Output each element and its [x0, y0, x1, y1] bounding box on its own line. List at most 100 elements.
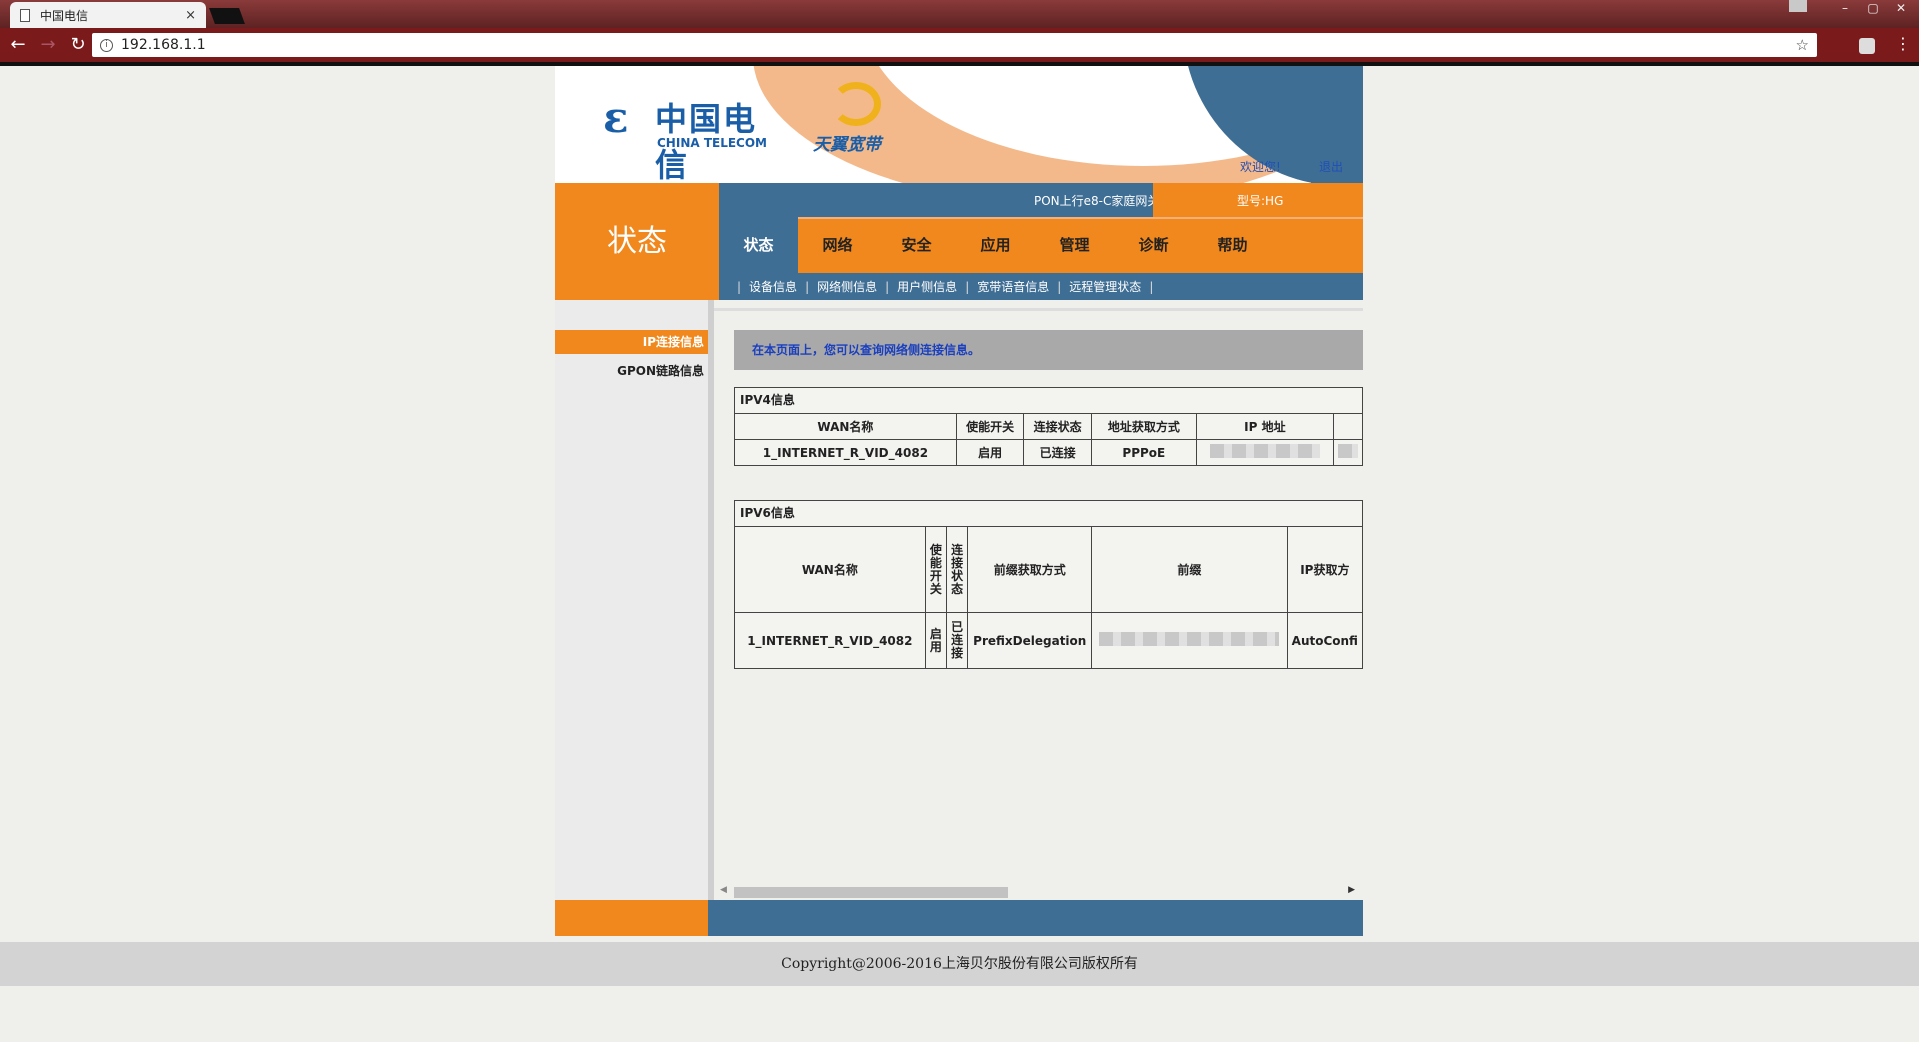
- china-telecom-logo: ε 中国电信 CHINA TELECOM: [603, 93, 783, 184]
- scroll-right-icon[interactable]: ▶: [1348, 885, 1355, 895]
- browser-tab[interactable]: 中国电信 ×: [10, 2, 206, 28]
- submenu-network-info[interactable]: 网络侧信息: [817, 278, 877, 295]
- submenu-remote-mgmt[interactable]: 远程管理状态: [1069, 278, 1141, 295]
- reload-icon[interactable]: ↻: [66, 33, 90, 57]
- submenu-separator: |: [1057, 279, 1062, 294]
- addr-mode-cell: PPPoE: [1090, 439, 1197, 466]
- main-menu: 状态 网络 安全 应用 管理 诊断 帮助: [719, 217, 1272, 273]
- model-number: 型号:HG: [1237, 194, 1284, 208]
- header-cell: 使能开关: [924, 526, 948, 613]
- profile-icon[interactable]: [1789, 0, 1807, 12]
- submenu-separator: |: [805, 279, 810, 294]
- scroll-left-icon[interactable]: ◀: [720, 885, 727, 895]
- enable-cell: 启用: [955, 439, 1025, 466]
- back-arrow-icon[interactable]: ←: [6, 33, 30, 57]
- menu-security[interactable]: 安全: [877, 217, 956, 273]
- sub-brand: 天翼宽带: [813, 135, 881, 155]
- copyright: Copyright@2006-2016上海贝尔股份有限公司版权所有: [0, 942, 1919, 986]
- close-window-icon[interactable]: ✕: [1889, 0, 1913, 18]
- header-cell: 前缀: [1091, 526, 1288, 613]
- menu-help[interactable]: 帮助: [1193, 217, 1272, 273]
- address-bar[interactable]: i 192.168.1.1 ☆: [92, 33, 1817, 57]
- footer-orange: [555, 900, 708, 936]
- menu-diagnosis[interactable]: 诊断: [1114, 217, 1193, 273]
- page-footer-bar: [555, 900, 1363, 936]
- redacted-value: [1099, 632, 1280, 646]
- tab-close-icon[interactable]: ×: [185, 8, 196, 23]
- browser-menu-icon[interactable]: ⋮: [1895, 34, 1911, 53]
- ipv6-title: IPV6信息: [734, 500, 1363, 526]
- telecom-mark-icon: ε: [603, 93, 629, 142]
- submenu-device-info[interactable]: 设备信息: [749, 278, 797, 295]
- table-row: 1_INTERNET_R_VID_4082 启用 已连接 PrefixDeleg…: [734, 612, 1363, 669]
- logout-link[interactable]: 退出: [1319, 158, 1343, 175]
- left-nav-gpon-link[interactable]: GPON链路信息: [617, 362, 704, 379]
- router-page: ε 中国电信 CHINA TELECOM 天翼宽带 欢迎您! 退出 状态 PON…: [555, 66, 1363, 936]
- url-text[interactable]: 192.168.1.1: [121, 37, 1796, 53]
- table-row: 1_INTERNET_R_VID_4082 启用 已连接 PPPoE: [734, 439, 1363, 466]
- menu-management[interactable]: 管理: [1035, 217, 1114, 273]
- footer-blue: [708, 900, 1363, 936]
- ip-mode-cell: AutoConfi: [1286, 612, 1363, 669]
- submenu-user-info[interactable]: 用户侧信息: [897, 278, 957, 295]
- table-header-row: WAN名称 使能开关 连接状态 地址获取方式 IP 地址: [734, 413, 1363, 440]
- page-header: ε 中国电信 CHINA TELECOM 天翼宽带 欢迎您! 退出: [555, 66, 1363, 183]
- brand-en: CHINA TELECOM: [657, 136, 767, 150]
- submenu-separator: |: [885, 279, 890, 294]
- content-area: IP连接信息 GPON链路信息 在本页面上，您可以查询网络侧连接信息。 IPV4…: [555, 300, 1363, 900]
- status-cell: 已连接: [945, 612, 969, 669]
- menu-application[interactable]: 应用: [956, 217, 1035, 273]
- header-cell: 地址获取方式: [1090, 413, 1197, 440]
- ipv6-table: WAN名称 使能开关 连接状态 前缀获取方式 前缀 IP获取方 1_INTERN…: [734, 526, 1363, 669]
- header-cell: WAN名称: [734, 413, 957, 440]
- header-cell: IP 地址: [1195, 413, 1334, 440]
- menu-status[interactable]: 状态: [719, 217, 798, 273]
- scroll-thumb[interactable]: [734, 887, 1008, 898]
- minimize-icon[interactable]: –: [1833, 0, 1857, 18]
- prefix-mode-cell: PrefixDelegation: [967, 612, 1093, 669]
- ipv4-title: IPV4信息: [734, 387, 1363, 413]
- overflow-cell: [1332, 439, 1363, 466]
- maximize-icon[interactable]: ▢: [1861, 0, 1885, 18]
- browser-toolbar: ← → ↻ i 192.168.1.1 ☆: [0, 28, 1919, 62]
- submenu-voice-info[interactable]: 宽带语音信息: [977, 278, 1049, 295]
- page-icon: [20, 8, 30, 22]
- tianyi-ring-icon: [831, 82, 881, 126]
- extension-icon[interactable]: [1859, 38, 1875, 54]
- welcome-text: 欢迎您!: [1240, 160, 1281, 174]
- header-cell: IP获取方: [1286, 526, 1363, 613]
- tab-title: 中国电信: [40, 8, 89, 23]
- product-strip: PON上行e8-C家庭网关 型号:HG: [719, 183, 1363, 217]
- ip-address-cell: [1195, 439, 1334, 466]
- horizontal-scrollbar[interactable]: ◀ ▶: [714, 885, 1363, 899]
- main-panel: 在本页面上，您可以查询网络侧连接信息。 IPV4信息 WAN名称 使能开关 连接…: [714, 308, 1363, 900]
- new-tab-button[interactable]: [209, 8, 245, 24]
- header-cell: 使能开关: [955, 413, 1025, 440]
- header-cell: WAN名称: [734, 526, 926, 613]
- notice-banner: 在本页面上，您可以查询网络侧连接信息。: [734, 330, 1363, 370]
- submenu-separator: |: [965, 279, 970, 294]
- left-nav: IP连接信息 GPON链路信息: [555, 300, 708, 900]
- tianyi-logo: 天翼宽带: [809, 82, 899, 158]
- redacted-value: [1209, 444, 1320, 458]
- section-title: 状态: [555, 183, 719, 300]
- navbar: 状态 PON上行e8-C家庭网关 型号:HG 状态 网络 安全 应用 管理 诊断…: [555, 183, 1363, 300]
- window-controls: – ▢ ✕: [1833, 0, 1913, 18]
- forward-arrow-icon[interactable]: →: [36, 33, 60, 57]
- prefix-cell: [1091, 612, 1288, 669]
- wan-name-cell: 1_INTERNET_R_VID_4082: [734, 439, 957, 466]
- submenu: | 设备信息 | 网络侧信息 | 用户侧信息 | 宽带语音信息 | 远程管理状态…: [719, 273, 1363, 300]
- browser-titlebar: 中国电信 × – ▢ ✕: [0, 0, 1919, 28]
- info-icon[interactable]: i: [100, 38, 113, 52]
- enable-cell: 启用: [924, 612, 948, 669]
- status-cell: 已连接: [1023, 439, 1092, 466]
- header-cell: 连接状态: [945, 526, 969, 613]
- header-cell-overflow: [1332, 413, 1363, 440]
- menu-network[interactable]: 网络: [798, 217, 877, 273]
- bookmark-star-icon[interactable]: ☆: [1796, 36, 1809, 54]
- ipv4-table: WAN名称 使能开关 连接状态 地址获取方式 IP 地址 1_INTERNET_…: [734, 413, 1363, 466]
- left-nav-ip-connection[interactable]: IP连接信息: [555, 330, 708, 354]
- submenu-separator: |: [1149, 279, 1154, 294]
- header-cell: 连接状态: [1023, 413, 1092, 440]
- table-header-row: WAN名称 使能开关 连接状态 前缀获取方式 前缀 IP获取方: [734, 526, 1363, 613]
